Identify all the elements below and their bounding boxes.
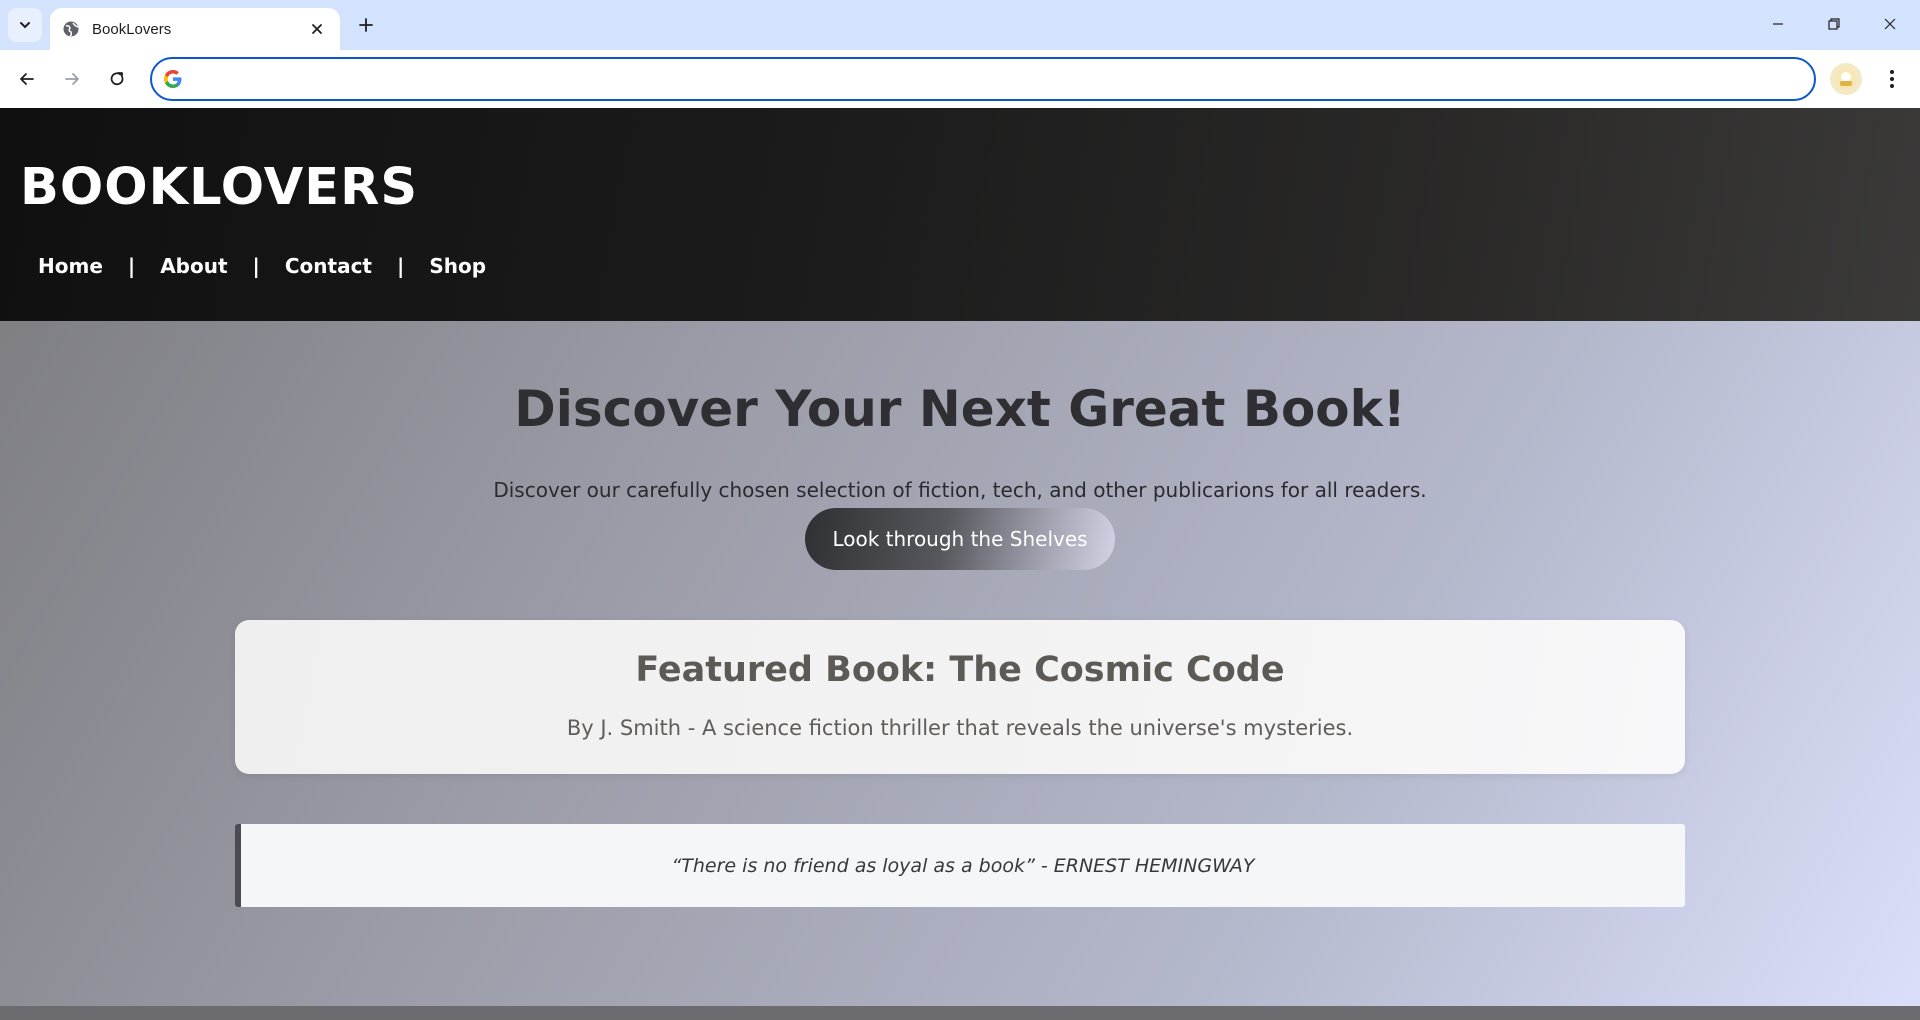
nav-separator: | [397, 254, 405, 278]
plus-icon [358, 17, 374, 33]
browse-shelves-button[interactable]: Look through the Shelves [805, 508, 1115, 570]
browser-tab-strip: BookLovers [0, 0, 1920, 50]
back-button[interactable] [9, 61, 45, 97]
close-icon [1883, 17, 1897, 31]
browser-tab-active[interactable]: BookLovers [50, 8, 340, 50]
close-icon[interactable] [306, 18, 328, 40]
quote-block: “There is no friend as loyal as a book” … [235, 824, 1685, 907]
main-nav: Home | About | Contact | Shop [38, 254, 486, 278]
reload-icon [108, 70, 126, 88]
new-tab-button[interactable] [352, 11, 380, 39]
globe-icon [62, 20, 80, 38]
hero-title: Discover Your Next Great Book! [514, 380, 1406, 438]
hero-subtitle: Discover our carefully chosen selection … [493, 478, 1427, 502]
address-input[interactable] [194, 60, 1814, 98]
restore-button[interactable] [1806, 0, 1862, 48]
minimize-icon [1771, 17, 1785, 31]
nav-link-contact[interactable]: Contact [285, 254, 372, 278]
arrow-right-icon [63, 70, 81, 88]
google-icon [162, 68, 184, 90]
kebab-menu-icon [1889, 69, 1895, 89]
profile-button[interactable] [1830, 63, 1862, 95]
forward-button[interactable] [54, 61, 90, 97]
chevron-down-icon [18, 18, 32, 32]
nav-separator: | [252, 254, 260, 278]
page-content: BOOKLOVERS Home | About | Contact | Shop… [0, 108, 1920, 1020]
featured-book-title: Featured Book: The Cosmic Code [635, 650, 1285, 690]
nav-link-home[interactable]: Home [38, 254, 103, 278]
window-close-button[interactable] [1862, 0, 1918, 48]
browser-menu-button[interactable] [1876, 63, 1908, 95]
nav-link-about[interactable]: About [160, 254, 227, 278]
footer-edge [0, 1006, 1920, 1020]
minimize-button[interactable] [1750, 0, 1806, 48]
site-header: BOOKLOVERS Home | About | Contact | Shop [0, 108, 1920, 321]
featured-book-card: Featured Book: The Cosmic Code By J. Smi… [235, 620, 1685, 774]
site-logo: BOOKLOVERS [20, 158, 419, 217]
address-bar[interactable] [150, 57, 1816, 101]
tab-list-button[interactable] [8, 8, 42, 42]
restore-icon [1827, 17, 1841, 31]
reload-button[interactable] [99, 61, 135, 97]
featured-book-description: By J. Smith - A science fiction thriller… [566, 716, 1354, 740]
quote-text: “There is no friend as loyal as a book” … [671, 854, 1255, 877]
nav-separator: | [127, 254, 136, 278]
nav-link-shop[interactable]: Shop [429, 254, 486, 278]
tab-title: BookLovers [92, 20, 172, 38]
browser-toolbar [0, 50, 1920, 108]
arrow-left-icon [18, 70, 36, 88]
avatar-icon [1834, 67, 1858, 91]
